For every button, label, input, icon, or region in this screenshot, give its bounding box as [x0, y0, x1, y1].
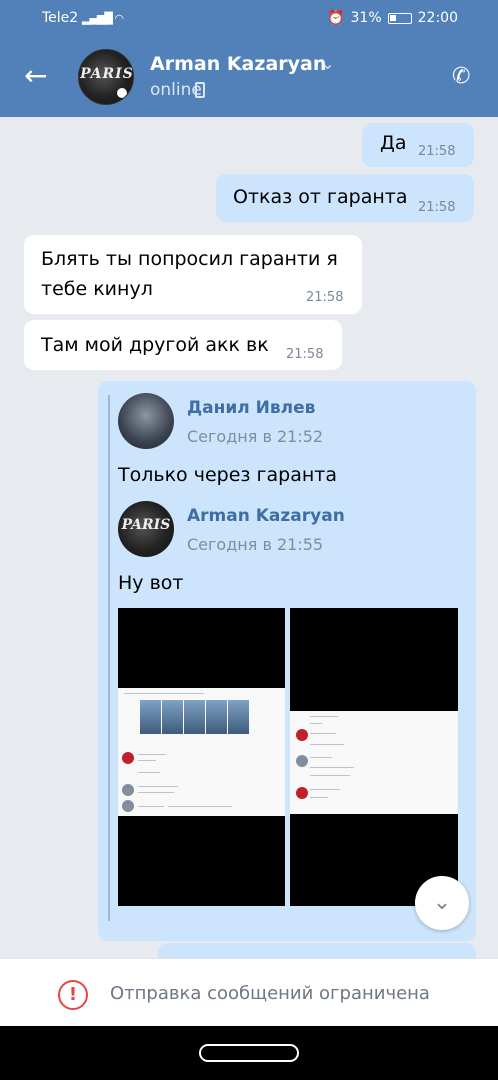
message-text: Отказ от гаранта: [233, 186, 408, 208]
mini-avatar: [296, 755, 308, 767]
mini-avatar: [122, 784, 134, 796]
message-time: 21:58: [418, 144, 456, 159]
text-line: [310, 767, 354, 768]
status-bar: Tele2 ▂▄▆█ ◠ ⏰ 31% 22:00: [0, 8, 498, 30]
forward-author-name[interactable]: Arman Kazaryan: [187, 506, 345, 526]
back-arrow-icon[interactable]: ←: [24, 62, 47, 90]
avatar-logo-text: PARIS: [121, 517, 171, 533]
forward-text: Ну вот: [118, 572, 184, 594]
text-line: [310, 723, 322, 724]
warning-icon: !: [58, 980, 88, 1010]
forward-text: Только через гаранта: [118, 464, 337, 486]
text-line: [310, 789, 340, 790]
text-line: [138, 792, 174, 793]
image-thumb: [184, 700, 205, 734]
text-line: [138, 786, 178, 787]
message-bubble-out[interactable]: Да 21:58: [362, 123, 474, 167]
carrier-label: Tele2: [42, 10, 79, 26]
contact-avatar[interactable]: PARIS: [78, 49, 134, 105]
message-bubble-out[interactable]: Отказ от гаранта 21:58: [216, 174, 474, 222]
message-text: Там мой другой акк вк: [41, 334, 269, 356]
mini-avatar: [296, 729, 308, 741]
chevron-down-icon[interactable]: ⌄: [321, 54, 334, 73]
contact-name[interactable]: Arman Kazaryan: [150, 53, 326, 75]
message-bubble-in[interactable]: Там мой другой акк вк 21:58: [24, 320, 342, 370]
forward-author-name[interactable]: Данил Ивлев: [187, 398, 315, 418]
message-time: 21:58: [418, 200, 456, 215]
text-line: [310, 744, 344, 745]
forward-author-avatar[interactable]: [118, 393, 174, 449]
clock: 22:00: [417, 10, 458, 26]
forward-bar: [108, 395, 110, 921]
mini-avatar: [122, 752, 134, 764]
image-thumb: [228, 700, 249, 734]
mini-avatar: [296, 787, 308, 799]
forward-date: Сегодня в 21:55: [187, 535, 324, 554]
online-dot: [117, 88, 127, 98]
image-thumb: [140, 700, 161, 734]
text-line: [124, 693, 204, 694]
alarm-icon: ⏰: [327, 10, 345, 26]
text-line: [310, 733, 336, 734]
text-line: [138, 754, 166, 755]
message-time: 21:58: [286, 347, 324, 362]
text-line: [138, 772, 160, 773]
battery-icon: [387, 12, 412, 24]
message-text-line1: Блять ты попросил гаранти я: [41, 248, 338, 270]
photo-attachment[interactable]: [118, 608, 285, 906]
photo-attachment[interactable]: [290, 608, 458, 906]
avatar-logo-text: PARIS: [80, 66, 134, 82]
battery-percent: 31%: [350, 10, 382, 26]
text-line: [138, 760, 156, 761]
forward-date: Сегодня в 21:52: [187, 427, 324, 446]
text-line: [168, 806, 232, 807]
status-right: ⏰ 31% 22:00: [327, 10, 458, 26]
chat-header: Tele2 ▂▄▆█ ◠ ⏰ 31% 22:00 ← PARIS Arman K…: [0, 0, 498, 117]
message-time: 21:58: [306, 290, 344, 305]
text-line: [310, 757, 332, 758]
text-line: [310, 775, 350, 776]
chevron-down-circle-icon[interactable]: ⌄: [415, 876, 469, 930]
image-thumb: [162, 700, 183, 734]
home-gesture-pill[interactable]: [199, 1044, 299, 1062]
restriction-notice: Отправка сообщений ограничена: [110, 983, 430, 1004]
system-nav-bar: [0, 1026, 498, 1080]
forward-author-avatar[interactable]: PARIS: [118, 501, 174, 557]
text-line: [138, 806, 164, 807]
image-thumb: [206, 700, 227, 734]
signal-icon: ▂▄▆█ ◠: [82, 12, 124, 25]
forwarded-messages[interactable]: Данил Ивлев Сегодня в 21:52 Только через…: [98, 381, 476, 941]
restricted-footer: ! Отправка сообщений ограничена: [0, 958, 498, 1026]
text-line: [310, 797, 328, 798]
mini-avatar: [122, 800, 134, 812]
message-bubble-in[interactable]: Блять ты попросил гаранти я тебе кинул 2…: [24, 235, 362, 314]
text-line: [310, 716, 338, 717]
screenshot-content: [118, 688, 285, 816]
screenshot-content: [290, 711, 458, 814]
message-text: Да: [380, 132, 407, 154]
call-icon[interactable]: ✆: [452, 64, 470, 89]
phone-icon: [195, 82, 205, 98]
message-text-line2: тебе кинул: [41, 278, 153, 300]
